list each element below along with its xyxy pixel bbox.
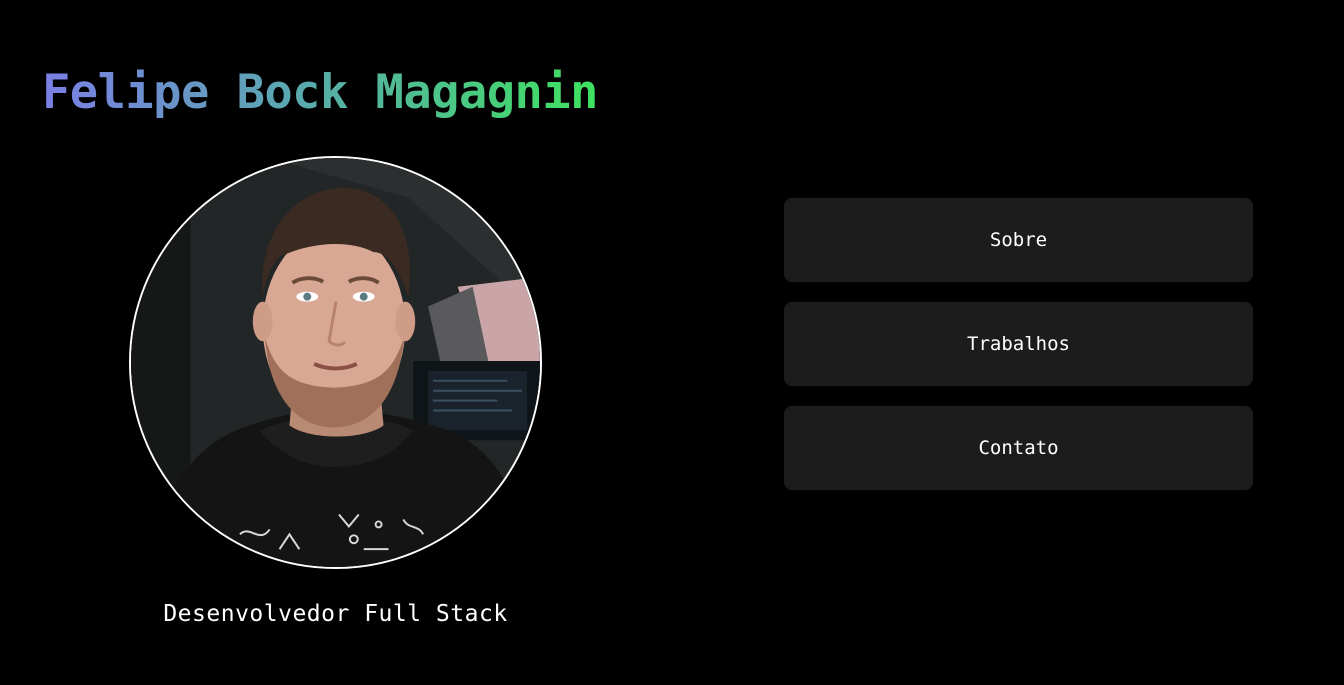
nav-button-contato[interactable]: Contato: [784, 406, 1253, 490]
avatar: [129, 156, 542, 569]
nav-button-sobre[interactable]: Sobre: [784, 198, 1253, 282]
profile-photo-icon: [131, 158, 540, 567]
main-nav: Sobre Trabalhos Contato: [784, 198, 1253, 490]
page: Felipe Bock Magagnin Desenvolvedor Full …: [0, 0, 1344, 685]
nav-button-trabalhos[interactable]: Trabalhos: [784, 302, 1253, 386]
page-title: Felipe Bock Magagnin: [42, 58, 598, 128]
role-subtitle: Desenvolvedor Full Stack: [163, 601, 508, 627]
